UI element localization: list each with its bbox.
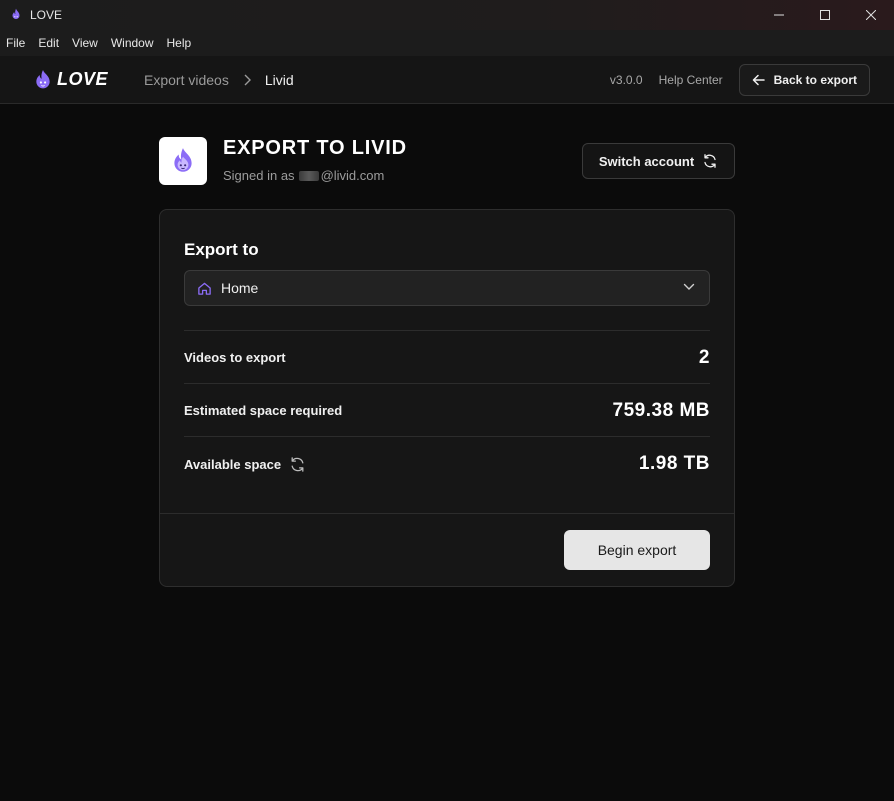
available-space-label-wrap: Available space xyxy=(184,456,306,473)
chevron-down-icon xyxy=(683,283,695,291)
flame-logo-icon xyxy=(33,69,53,91)
minimize-icon xyxy=(774,14,784,16)
logo-text: LOVE xyxy=(57,69,109,89)
available-space-value: 1.98 TB xyxy=(638,453,710,474)
help-center-link[interactable]: Help Center xyxy=(659,73,723,87)
redacted-email xyxy=(298,170,319,181)
export-to-label: Export to xyxy=(184,240,259,259)
destination-value: Home xyxy=(221,280,259,296)
menu-bar: File Edit View Window Help xyxy=(0,30,894,56)
estimated-space-label: Estimated space required xyxy=(184,403,343,418)
switch-account-label: Switch account xyxy=(598,153,695,169)
close-icon xyxy=(866,10,876,20)
destination-select[interactable]: Home xyxy=(184,270,710,306)
menu-help[interactable]: Help xyxy=(167,36,192,50)
videos-to-export-row: Videos to export 2 xyxy=(184,330,710,383)
signed-in-info: Signed in as @livid.com xyxy=(223,168,384,183)
videos-to-export-label: Videos to export xyxy=(184,350,286,365)
signed-in-domain: @livid.com xyxy=(320,168,385,183)
available-space-label: Available space xyxy=(184,457,282,472)
menu-edit[interactable]: Edit xyxy=(38,36,59,50)
estimated-space-row: Estimated space required 759.38 MB xyxy=(184,383,710,436)
switch-account-button[interactable]: Switch account xyxy=(582,143,735,179)
begin-export-button[interactable]: Begin export xyxy=(564,530,710,570)
available-space-row: Available space 1.98 TB xyxy=(184,436,710,489)
app-header: LOVE Export videos Livid v3.0.0 Help Cen… xyxy=(0,56,894,104)
menu-view[interactable]: View xyxy=(72,36,98,50)
maximize-icon xyxy=(820,10,830,20)
breadcrumb-export-videos[interactable]: Export videos xyxy=(144,72,229,88)
signed-in-prefix: Signed in as xyxy=(223,168,295,183)
logo[interactable]: LOVE xyxy=(33,69,108,91)
estimated-space-value: 759.38 MB xyxy=(612,400,710,421)
close-button[interactable] xyxy=(848,0,894,30)
export-card: Export to Home Videos to export 2 Estima… xyxy=(159,209,735,587)
flame-icon xyxy=(9,8,23,22)
refresh-icon[interactable] xyxy=(289,456,306,473)
chevron-right-icon xyxy=(243,74,251,86)
window-titlebar: LOVE xyxy=(0,0,894,30)
page-title: EXPORT TO LIVID xyxy=(223,137,407,159)
home-icon xyxy=(197,281,212,296)
breadcrumb-current: Livid xyxy=(264,71,294,88)
window-title: LOVE xyxy=(30,8,63,22)
avatar xyxy=(159,137,207,185)
videos-to-export-value: 2 xyxy=(698,347,710,368)
flame-avatar-icon xyxy=(174,148,192,172)
sync-icon xyxy=(702,153,718,169)
minimize-button[interactable] xyxy=(756,0,802,30)
back-to-export-label: Back to export xyxy=(773,73,857,87)
version-label: v3.0.0 xyxy=(609,73,643,87)
maximize-button[interactable] xyxy=(802,0,848,30)
arrow-left-icon xyxy=(752,74,765,86)
menu-window[interactable]: Window xyxy=(111,36,154,50)
card-divider xyxy=(160,513,734,514)
back-to-export-button[interactable]: Back to export xyxy=(738,64,870,96)
export-heading: EXPORT TO LIVID Signed in as @livid.com … xyxy=(159,137,735,187)
menu-file[interactable]: File xyxy=(6,36,25,50)
